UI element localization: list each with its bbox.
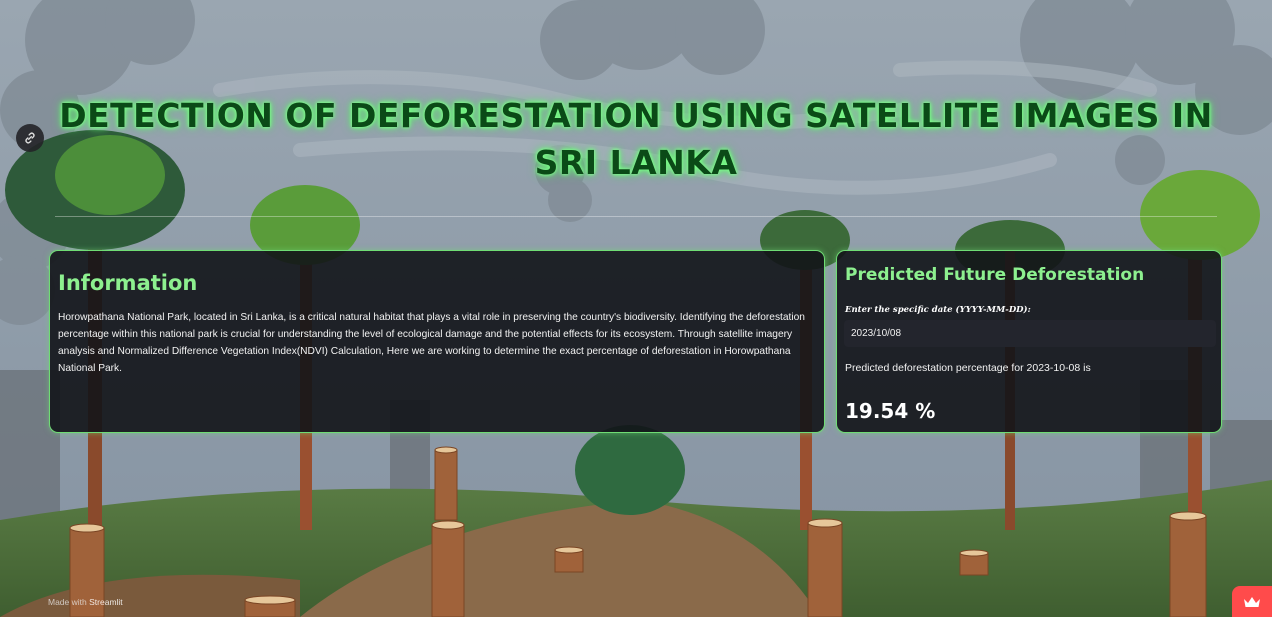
made-with-label: Made with (48, 597, 87, 607)
information-card: Information Horowpathana National Park, … (49, 250, 825, 433)
made-with-streamlit[interactable]: Made with Streamlit (48, 597, 123, 607)
prediction-card: Predicted Future Deforestation Enter the… (836, 250, 1222, 433)
prediction-result-text: Predicted deforestation percentage for 2… (845, 362, 1091, 374)
date-input-label: Enter the specific date (YYYY-MM-DD): (845, 305, 1031, 315)
date-input[interactable] (844, 320, 1216, 347)
crown-icon (1244, 596, 1260, 607)
streamlit-badge-button[interactable] (1232, 586, 1272, 617)
prediction-title: Predicted Future Deforestation (845, 265, 1145, 285)
streamlit-brand-link[interactable]: Streamlit (89, 597, 123, 607)
page-title: DETECTION OF DEFORESTATION USING SATELLI… (59, 96, 1213, 182)
information-title: Information (58, 271, 198, 295)
prediction-result-value: 19.54 % (845, 399, 936, 423)
header-divider (55, 216, 1217, 217)
link-icon (25, 132, 35, 144)
information-text: Horowpathana National Park, located in S… (58, 312, 805, 374)
